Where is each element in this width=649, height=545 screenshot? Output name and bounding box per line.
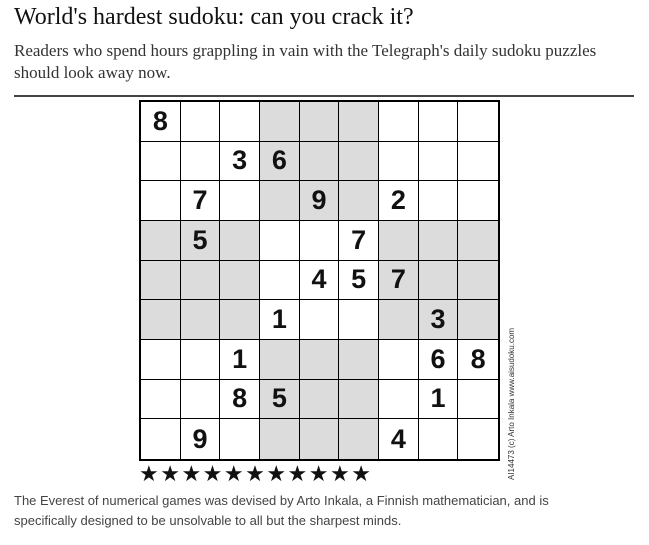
sudoku-given-cell: 5: [180, 221, 221, 261]
sudoku-empty-cell: [260, 419, 300, 459]
sudoku-given-cell: 5: [260, 379, 300, 420]
sudoku-empty-cell: [458, 221, 498, 261]
sudoku-empty-cell: [418, 181, 459, 221]
header-divider: [14, 95, 634, 97]
sudoku-empty-cell: [299, 419, 340, 459]
sudoku-given-cell: 2: [379, 181, 419, 221]
sudoku-empty-cell: [180, 102, 221, 142]
sudoku-empty-cell: [180, 260, 221, 301]
sudoku-empty-cell: [339, 379, 379, 420]
sudoku-given-cell: 9: [181, 419, 221, 459]
sudoku-given-cell: 1: [220, 340, 260, 380]
article-standfirst: Readers who spend hours grappling in vai…: [14, 41, 597, 82]
sudoku-given-cell: 6: [418, 340, 459, 380]
sudoku-empty-cell: [141, 181, 181, 221]
sudoku-empty-cell: [379, 300, 419, 340]
sudoku-empty-cell: [379, 340, 419, 380]
sudoku-empty-cell: [418, 260, 459, 301]
sudoku-empty-cell: [379, 379, 419, 420]
sudoku-empty-cell: [379, 221, 419, 261]
difficulty-stars: ★★★★★★★★★★★: [139, 462, 373, 487]
sudoku-empty-cell: [458, 380, 498, 420]
sudoku-empty-cell: [220, 300, 260, 340]
sudoku-given-cell: 5: [339, 260, 379, 301]
sudoku-empty-cell: [419, 419, 459, 459]
sudoku-empty-cell: [141, 300, 181, 340]
sudoku-empty-cell: [299, 102, 340, 142]
sudoku-given-cell: 1: [260, 300, 300, 340]
sudoku-empty-cell: [299, 141, 340, 182]
sudoku-empty-cell: [180, 141, 221, 182]
sudoku-given-cell: 8: [220, 379, 260, 420]
sudoku-empty-cell: [339, 300, 379, 340]
sudoku-empty-cell: [299, 379, 340, 420]
sudoku-empty-cell: [458, 300, 498, 340]
sudoku-empty-cell: [220, 419, 260, 459]
sudoku-given-cell: 7: [180, 181, 221, 221]
sudoku-empty-cell: [339, 102, 379, 142]
sudoku-empty-cell: [299, 340, 340, 380]
sudoku-grid: 836792574571316885194: [139, 100, 500, 461]
sudoku-given-cell: 7: [379, 260, 419, 301]
sudoku-empty-cell: [339, 419, 379, 459]
image-caption: The Everest of numerical games was devis…: [14, 493, 549, 528]
sudoku-empty-cell: [458, 102, 498, 142]
sudoku-empty-cell: [220, 260, 260, 301]
sudoku-empty-cell: [299, 300, 340, 340]
sudoku-given-cell: 3: [418, 300, 459, 340]
sudoku-empty-cell: [260, 340, 300, 380]
sudoku-empty-cell: [418, 141, 459, 182]
sudoku-given-cell: 1: [418, 379, 459, 420]
sudoku-empty-cell: [180, 379, 221, 420]
sudoku-empty-cell: [141, 379, 181, 420]
sudoku-empty-cell: [458, 142, 498, 182]
sudoku-empty-cell: [379, 141, 419, 182]
sudoku-given-cell: 3: [220, 141, 260, 182]
sudoku-empty-cell: [141, 260, 181, 301]
sudoku-empty-cell: [299, 221, 340, 261]
sudoku-given-cell: 4: [379, 419, 419, 459]
sudoku-given-cell: 8: [458, 340, 498, 380]
sudoku-empty-cell: [458, 260, 498, 301]
sudoku-empty-cell: [418, 102, 459, 142]
sudoku-empty-cell: [180, 300, 221, 340]
sudoku-empty-cell: [339, 181, 379, 221]
sudoku-given-cell: 4: [299, 260, 340, 301]
sudoku-empty-cell: [220, 181, 260, 221]
sudoku-given-cell: 7: [339, 221, 379, 261]
sudoku-empty-cell: [418, 221, 459, 261]
sudoku-empty-cell: [141, 141, 181, 182]
puzzle-credit: AI14473 (c) Arto Inkala www.aisudoku.com: [507, 327, 516, 480]
sudoku-empty-cell: [339, 340, 379, 380]
sudoku-given-cell: 9: [299, 181, 340, 221]
sudoku-empty-cell: [141, 340, 181, 380]
sudoku-empty-cell: [458, 181, 498, 221]
sudoku-empty-cell: [260, 181, 300, 221]
sudoku-empty-cell: [141, 419, 181, 459]
sudoku-empty-cell: [260, 102, 300, 142]
sudoku-empty-cell: [260, 221, 300, 261]
sudoku-figure: 836792574571316885194 AI14473 (c) Arto I…: [139, 100, 519, 490]
sudoku-empty-cell: [458, 419, 498, 459]
article-headline: World's hardest sudoku: can you crack it…: [14, 4, 414, 30]
sudoku-empty-cell: [180, 340, 221, 380]
sudoku-given-cell: 6: [260, 141, 300, 182]
sudoku-empty-cell: [141, 221, 181, 261]
sudoku-empty-cell: [379, 102, 419, 142]
sudoku-empty-cell: [339, 141, 379, 182]
sudoku-empty-cell: [220, 221, 260, 261]
sudoku-empty-cell: [220, 102, 260, 142]
sudoku-empty-cell: [260, 260, 300, 301]
sudoku-given-cell: 8: [141, 102, 181, 142]
